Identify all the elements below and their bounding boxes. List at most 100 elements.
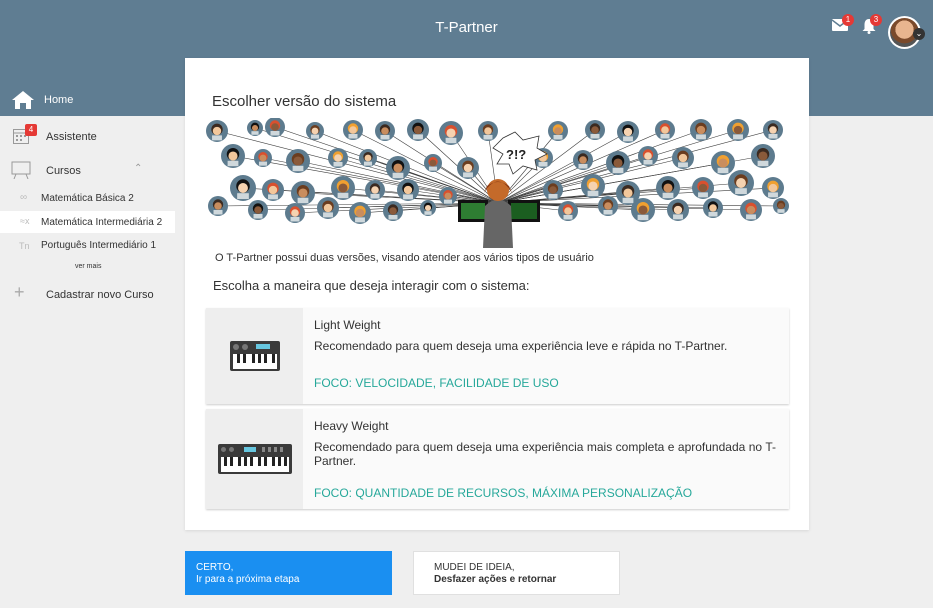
user-avatar-icon	[439, 121, 463, 145]
user-avatar-icon	[672, 147, 694, 169]
user-avatar-icon	[386, 156, 410, 180]
option-name: Heavy Weight	[314, 419, 389, 433]
sidebar-course-item[interactable]: Tn Português Intermediário 1	[0, 236, 175, 256]
confirm-label-line1: CERTO,	[196, 562, 234, 573]
confirm-label-line2: Ir para a próxima etapa	[196, 574, 300, 585]
user-avatar[interactable]: ⌄	[888, 16, 925, 49]
whiteboard-icon	[11, 161, 31, 179]
option-thumbnail	[206, 409, 303, 509]
user-avatar-icon	[638, 146, 658, 166]
confirm-button[interactable]: CERTO, Ir para a próxima etapa	[185, 551, 392, 595]
top-bar: T-Partner 1 3 ⌄	[0, 0, 933, 56]
user-avatar-icon	[328, 148, 348, 168]
notifications-badge: 3	[870, 14, 882, 26]
user-avatar-icon	[285, 203, 305, 223]
small-keyboard-icon	[230, 341, 280, 371]
user-avatar-icon	[208, 196, 228, 216]
user-avatar-icon	[751, 144, 775, 168]
assistant-badge: 4	[25, 124, 37, 136]
user-avatar-icon	[598, 196, 618, 216]
user-avatar-icon	[365, 180, 385, 200]
user-avatar-icon	[349, 202, 371, 224]
undo-label-line1: MUDEI DE IDEIA,	[434, 562, 515, 573]
user-avatar-icon	[343, 120, 363, 140]
course-label: Português Intermediário 1	[41, 240, 157, 251]
user-avatar-icon	[711, 151, 735, 175]
option-thumbnail	[206, 308, 303, 404]
undo-label-line2: Desfazer ações e retornar	[434, 574, 557, 585]
option-heavy-weight[interactable]: Heavy Weight Recomendado para quem desej…	[206, 409, 789, 509]
user-avatar-icon	[585, 120, 605, 140]
undo-button[interactable]: MUDEI DE IDEIA, Desfazer ações e retorna…	[413, 551, 620, 595]
speech-text: ?!?	[506, 147, 526, 162]
add-course-button[interactable]: + Cadastrar novo Curso	[0, 282, 175, 304]
course-label: Matemática Intermediária 2	[41, 217, 163, 228]
chevron-down-icon: ⌄	[913, 28, 925, 40]
option-description: Recomendado para quem deseja uma experiê…	[314, 339, 728, 353]
page-title: Escolher versão do sistema	[212, 93, 397, 110]
user-avatar-icon	[727, 119, 749, 141]
option-light-weight[interactable]: Light Weight Recomendado para quem desej…	[206, 308, 789, 404]
user-avatar-icon	[254, 149, 272, 167]
user-avatar-icon	[420, 200, 436, 216]
course-abbr-icon: Tn	[19, 241, 30, 251]
see-more-label: ver mais	[75, 263, 102, 270]
sidebar-item-assistant[interactable]: 4 Assistente	[0, 124, 175, 150]
course-abbr-icon: ∞	[20, 192, 28, 203]
user-avatar-icon	[221, 144, 245, 168]
sidebar-item-home[interactable]: Home	[0, 84, 175, 116]
sidebar-item-label: Home	[44, 94, 74, 106]
user-avatar-icon	[248, 200, 268, 220]
user-avatar-icon	[763, 120, 783, 140]
user-avatar-icon	[773, 198, 789, 214]
speech-bubble: ?!?	[492, 131, 548, 175]
user-avatar-icon	[306, 122, 324, 140]
user-avatar-icon	[573, 150, 593, 170]
user-avatar-icon	[690, 119, 712, 141]
user-avatar-icon	[359, 149, 377, 167]
user-avatar-icon	[439, 187, 457, 205]
sidebar-item-label: Assistente	[46, 131, 97, 143]
sidebar-course-item[interactable]: ≈x Matemática Intermediária 2	[0, 211, 175, 233]
course-label: Matemática Básica 2	[41, 193, 134, 204]
home-icon	[12, 91, 34, 109]
user-avatar-icon	[581, 174, 605, 198]
app-title: T-Partner	[435, 19, 498, 36]
user-avatar-icon	[656, 176, 680, 200]
option-name: Light Weight	[314, 318, 381, 332]
interaction-question: Escolha a maneira que deseja interagir c…	[213, 278, 530, 293]
user-avatar-icon	[247, 120, 263, 136]
user-avatar-icon	[740, 199, 762, 221]
user-avatar-icon	[457, 157, 479, 179]
sidebar-item-courses[interactable]: Cursos ⌃	[0, 159, 175, 181]
user-avatar-icon	[397, 179, 419, 201]
option-focus: FOCO: VELOCIDADE, FACILIDADE DE USO	[314, 376, 559, 390]
users-network-illustration: ?!?	[206, 118, 789, 248]
sidebar-course-item[interactable]: ∞ Matemática Básica 2	[0, 188, 175, 208]
user-avatar-icon	[383, 201, 403, 221]
user-avatar-icon	[407, 119, 429, 141]
see-more-link[interactable]: ver mais	[0, 262, 175, 274]
user-avatar-icon	[206, 120, 228, 142]
user-avatar-icon	[424, 154, 442, 172]
chevron-up-icon: ⌃	[134, 163, 143, 174]
notifications-button[interactable]: 3	[862, 14, 882, 39]
user-avatar-icon	[230, 175, 256, 201]
user-avatar-icon	[543, 180, 563, 200]
user-avatar-icon	[286, 149, 310, 173]
course-abbr-icon: ≈x	[20, 216, 30, 226]
user-avatar-icon	[703, 198, 723, 218]
add-course-label: Cadastrar novo Curso	[46, 289, 154, 301]
main-panel: Escolher versão do sistema ?!? O T-Partn…	[185, 58, 809, 530]
user-avatar-icon	[548, 121, 568, 141]
user-avatar-icon	[478, 121, 498, 141]
user-avatar-icon	[728, 170, 754, 196]
mail-button[interactable]: 1	[831, 14, 854, 37]
user-avatar-icon	[667, 199, 689, 221]
option-description: Recomendado para quem deseja uma experiê…	[314, 440, 776, 468]
mail-badge: 1	[842, 14, 854, 26]
user-avatar-icon	[375, 121, 395, 141]
user-avatar-icon	[606, 151, 630, 175]
user-avatar-icon	[265, 118, 285, 137]
system-description: O T-Partner possui duas versões, visando…	[215, 252, 594, 264]
